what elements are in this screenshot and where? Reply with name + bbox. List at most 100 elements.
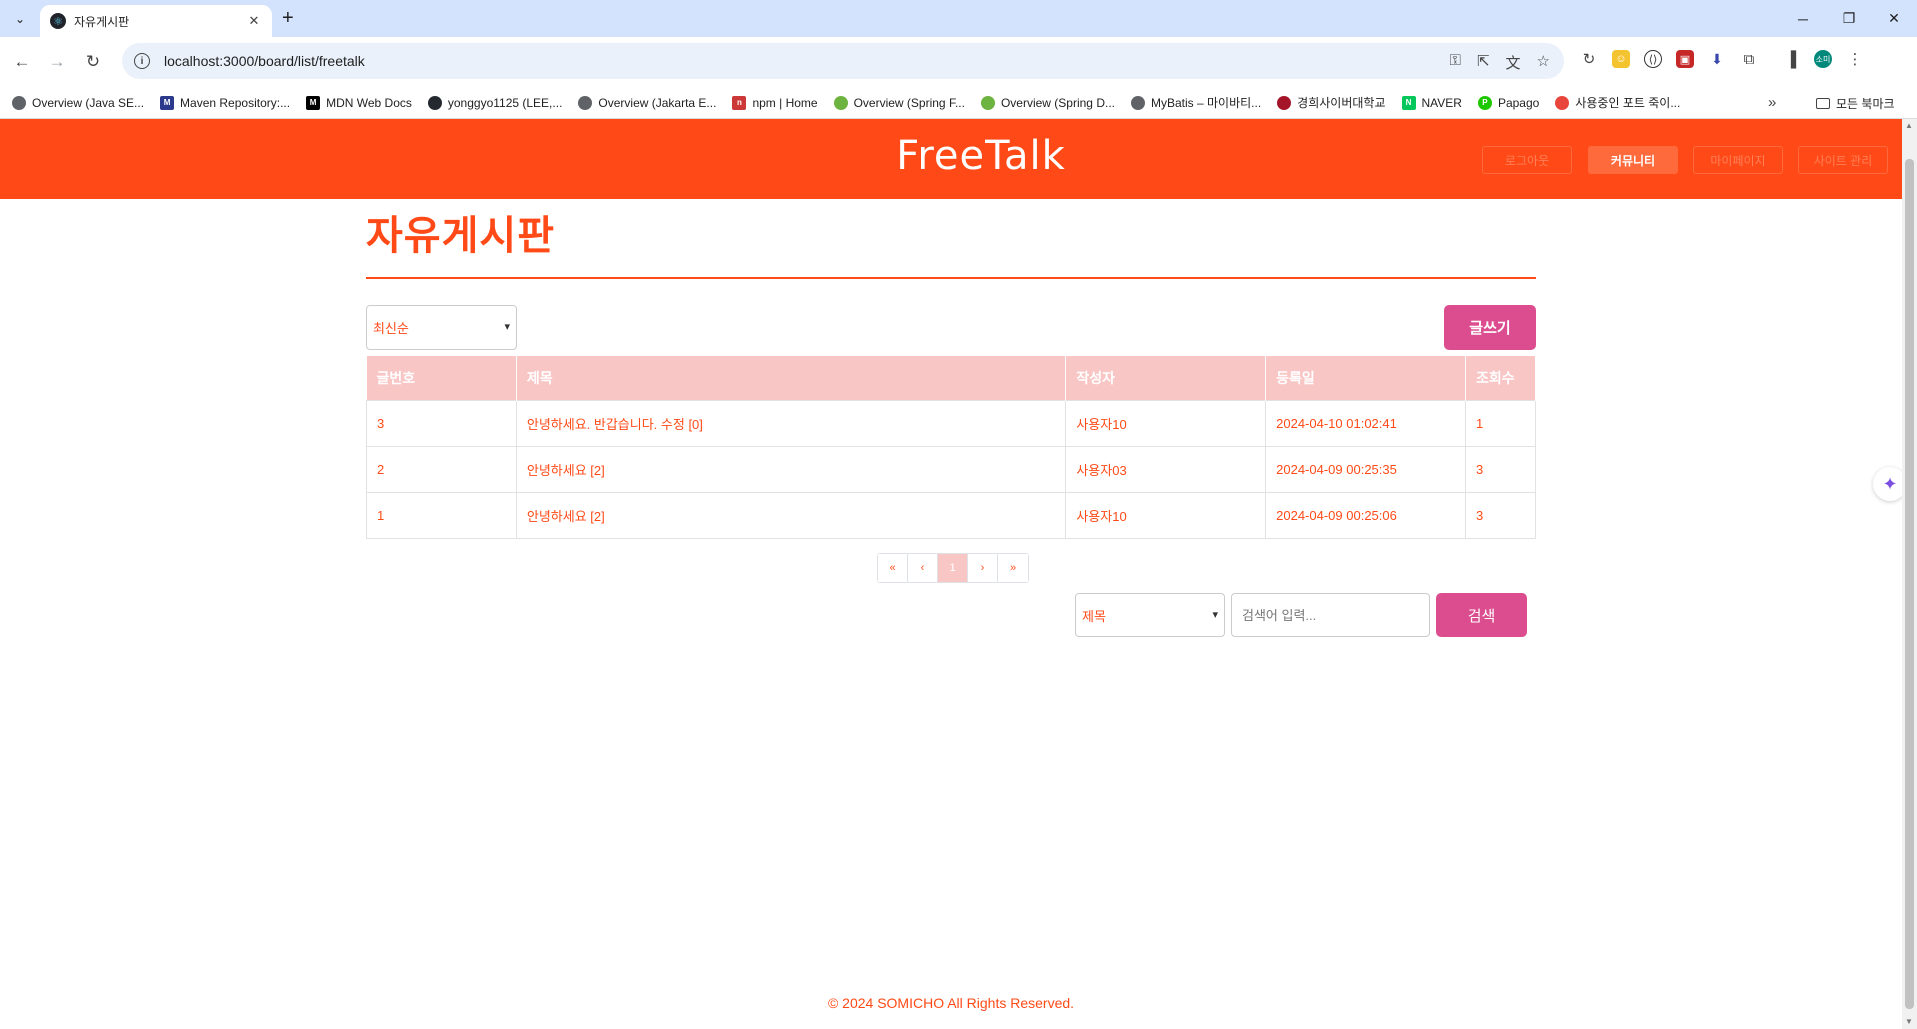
translate-icon[interactable]: 文 [1506, 52, 1521, 73]
page-first-button[interactable]: « [878, 554, 908, 582]
spring-icon [980, 95, 995, 110]
bookmark-item[interactable]: yonggyo1125 (LEE,... [427, 95, 562, 110]
profile-avatar[interactable]: 소미 [1814, 50, 1832, 68]
folder-label: 모든 북마크 [1836, 97, 1895, 111]
download-extension-icon[interactable]: ⬇ [1708, 50, 1726, 68]
bookmark-item[interactable]: n npm | Home [732, 95, 818, 110]
refresh-extension-icon[interactable]: ↻ [1580, 50, 1598, 68]
window-close-icon[interactable]: ✕ [1871, 0, 1917, 37]
bookmark-item[interactable]: M MDN Web Docs [306, 95, 412, 110]
write-post-button[interactable]: 글쓰기 [1444, 305, 1536, 350]
table-row[interactable]: 1 안녕하세요 [2] 사용자10 2024-04-09 00:25:06 3 [366, 491, 1536, 539]
browser-menu-icon[interactable]: ⋮ [1846, 50, 1864, 68]
extensions-puzzle-icon[interactable]: ⧉ [1740, 50, 1758, 68]
side-panel-icon[interactable]: ▐ [1782, 50, 1800, 68]
sort-selected-value: 최신순 [373, 321, 409, 336]
bookmark-item[interactable]: 경희사이버대학교 [1277, 94, 1386, 111]
browser-tabstrip: ⌄ ⚛ 자유게시판 ✕ + ─ ❐ ✕ [0, 0, 1917, 37]
scroll-down-icon[interactable]: ▼ [1905, 1017, 1913, 1026]
bookmark-item[interactable]: P Papago [1477, 95, 1540, 110]
column-header-date: 등록일 [1265, 356, 1466, 400]
post-writer: 사용자10 [1065, 491, 1267, 539]
bookmark-label: MDN Web Docs [326, 95, 412, 110]
bookmark-label: Overview (Java SE... [32, 95, 145, 110]
bookmark-item[interactable]: Overview (Spring D... [980, 95, 1115, 110]
github-icon [427, 95, 442, 110]
window-restore-icon[interactable]: ❐ [1826, 0, 1872, 37]
post-no: 2 [366, 445, 517, 493]
all-bookmarks-folder[interactable]: 모든 북마크 [1816, 95, 1895, 112]
back-arrow-icon[interactable]: ← [9, 49, 35, 75]
post-views: 3 [1465, 445, 1536, 493]
globe-icon [1130, 95, 1145, 110]
tab-close-icon[interactable]: ✕ [246, 13, 262, 29]
globe-icon [12, 95, 26, 110]
post-title-link[interactable]: 안녕하세요. 반갑습니다. 수정 [0] [515, 399, 1067, 447]
bookmark-label: Papago [1497, 95, 1540, 110]
globe-icon [578, 95, 593, 110]
mypage-button[interactable]: 마이페이지 [1693, 146, 1783, 174]
new-tab-plus-icon[interactable]: + [282, 8, 294, 28]
forward-arrow-icon[interactable]: → [44, 49, 70, 75]
mdn-icon: M [306, 95, 321, 110]
open-external-icon[interactable]: ⇱ [1477, 52, 1490, 73]
bookmark-label: NAVER [1421, 95, 1462, 110]
bookmark-item[interactable]: Overview (Spring F... [833, 95, 965, 110]
red-circle-icon [1555, 95, 1570, 110]
bookmark-label: Overview (Spring D... [1000, 95, 1115, 110]
post-no: 3 [366, 399, 517, 447]
page-last-button[interactable]: » [998, 554, 1028, 582]
scrollbar-thumb[interactable] [1905, 159, 1914, 1009]
chevron-down-icon: ▾ [504, 321, 510, 333]
bookmarks-bar: Overview (Java SE... M Maven Repository:.… [0, 87, 1917, 119]
column-header-views: 조회수 [1465, 356, 1536, 400]
tab-search-chevron-icon[interactable]: ⌄ [8, 8, 32, 30]
url-text[interactable]: localhost:3000/board/list/freetalk [164, 53, 365, 69]
post-writer: 사용자10 [1065, 399, 1267, 447]
table-row[interactable]: 3 안녕하세요. 반갑습니다. 수정 [0] 사용자10 2024-04-10 … [366, 399, 1536, 447]
chevron-down-icon: ▾ [1212, 609, 1218, 621]
bookmark-item[interactable]: 사용중인 포트 죽이... [1555, 94, 1680, 111]
column-header-title: 제목 [516, 356, 1067, 400]
table-row[interactable]: 2 안녕하세요 [2] 사용자03 2024-04-09 00:25:35 3 [366, 445, 1536, 493]
page-scrollbar[interactable]: ▲ ▼ [1902, 119, 1917, 1029]
browser-tab-active[interactable]: ⚛ 자유게시판 ✕ [40, 5, 272, 37]
page-prev-button[interactable]: ‹ [908, 554, 938, 582]
extensions-area: ↻ ☺ ⟨⟩ ▣ ⬇ ⧉ ▐ 소미 ⋮ [1580, 50, 1864, 68]
search-button[interactable]: 검색 [1436, 593, 1527, 637]
sort-select[interactable]: 최신순 ▾ [366, 305, 517, 350]
bookmark-item[interactable]: Overview (Jakarta E... [578, 95, 716, 110]
logout-button[interactable]: 로그아웃 [1482, 146, 1572, 174]
community-button[interactable]: 커뮤니티 [1588, 146, 1678, 174]
address-bar[interactable]: i localhost:3000/board/list/freetalk ⚿ ⇱… [122, 43, 1564, 79]
search-type-select[interactable]: 제목 ▾ [1075, 593, 1225, 637]
page-next-button[interactable]: › [968, 554, 998, 582]
search-input[interactable] [1231, 593, 1430, 637]
post-date: 2024-04-09 00:25:35 [1265, 445, 1466, 493]
bookmark-label: 경희사이버대학교 [1297, 96, 1386, 110]
site-admin-button[interactable]: 사이트 관리 [1798, 146, 1888, 174]
board-table: 글번호 제목 작성자 등록일 조회수 3 안녕하세요. 반갑습니다. 수정 [0… [366, 356, 1536, 539]
page-current-button[interactable]: 1 [938, 554, 968, 582]
page-title: 자유게시판 [366, 214, 555, 258]
window-minimize-icon[interactable]: ─ [1780, 0, 1826, 37]
bookmark-item[interactable]: MyBatis – 마이바티... [1130, 94, 1261, 111]
emoji-extension-icon[interactable]: ☺ [1612, 50, 1630, 68]
reload-icon[interactable]: ↻ [80, 49, 106, 75]
bookmark-item[interactable]: Overview (Java SE... [12, 95, 145, 110]
maven-icon: M [160, 95, 175, 110]
devtools-extension-icon[interactable]: ⟨⟩ [1644, 50, 1662, 68]
red-extension-icon[interactable]: ▣ [1676, 50, 1694, 68]
bookmark-star-icon[interactable]: ☆ [1537, 52, 1550, 73]
post-title-link[interactable]: 안녕하세요 [2] [515, 445, 1067, 493]
react-favicon-icon: ⚛ [50, 13, 66, 29]
site-info-icon[interactable]: i [134, 53, 150, 69]
scroll-up-icon[interactable]: ▲ [1905, 121, 1913, 130]
bookmarks-overflow-icon[interactable]: » [1768, 94, 1776, 111]
bookmark-item[interactable]: N NAVER [1401, 95, 1462, 110]
bookmark-item[interactable]: M Maven Repository:... [160, 95, 290, 110]
post-no: 1 [366, 491, 517, 539]
post-title-link[interactable]: 안녕하세요 [2] [515, 491, 1067, 539]
key-icon[interactable]: ⚿ [1450, 52, 1461, 73]
naver-icon: N [1401, 95, 1416, 110]
